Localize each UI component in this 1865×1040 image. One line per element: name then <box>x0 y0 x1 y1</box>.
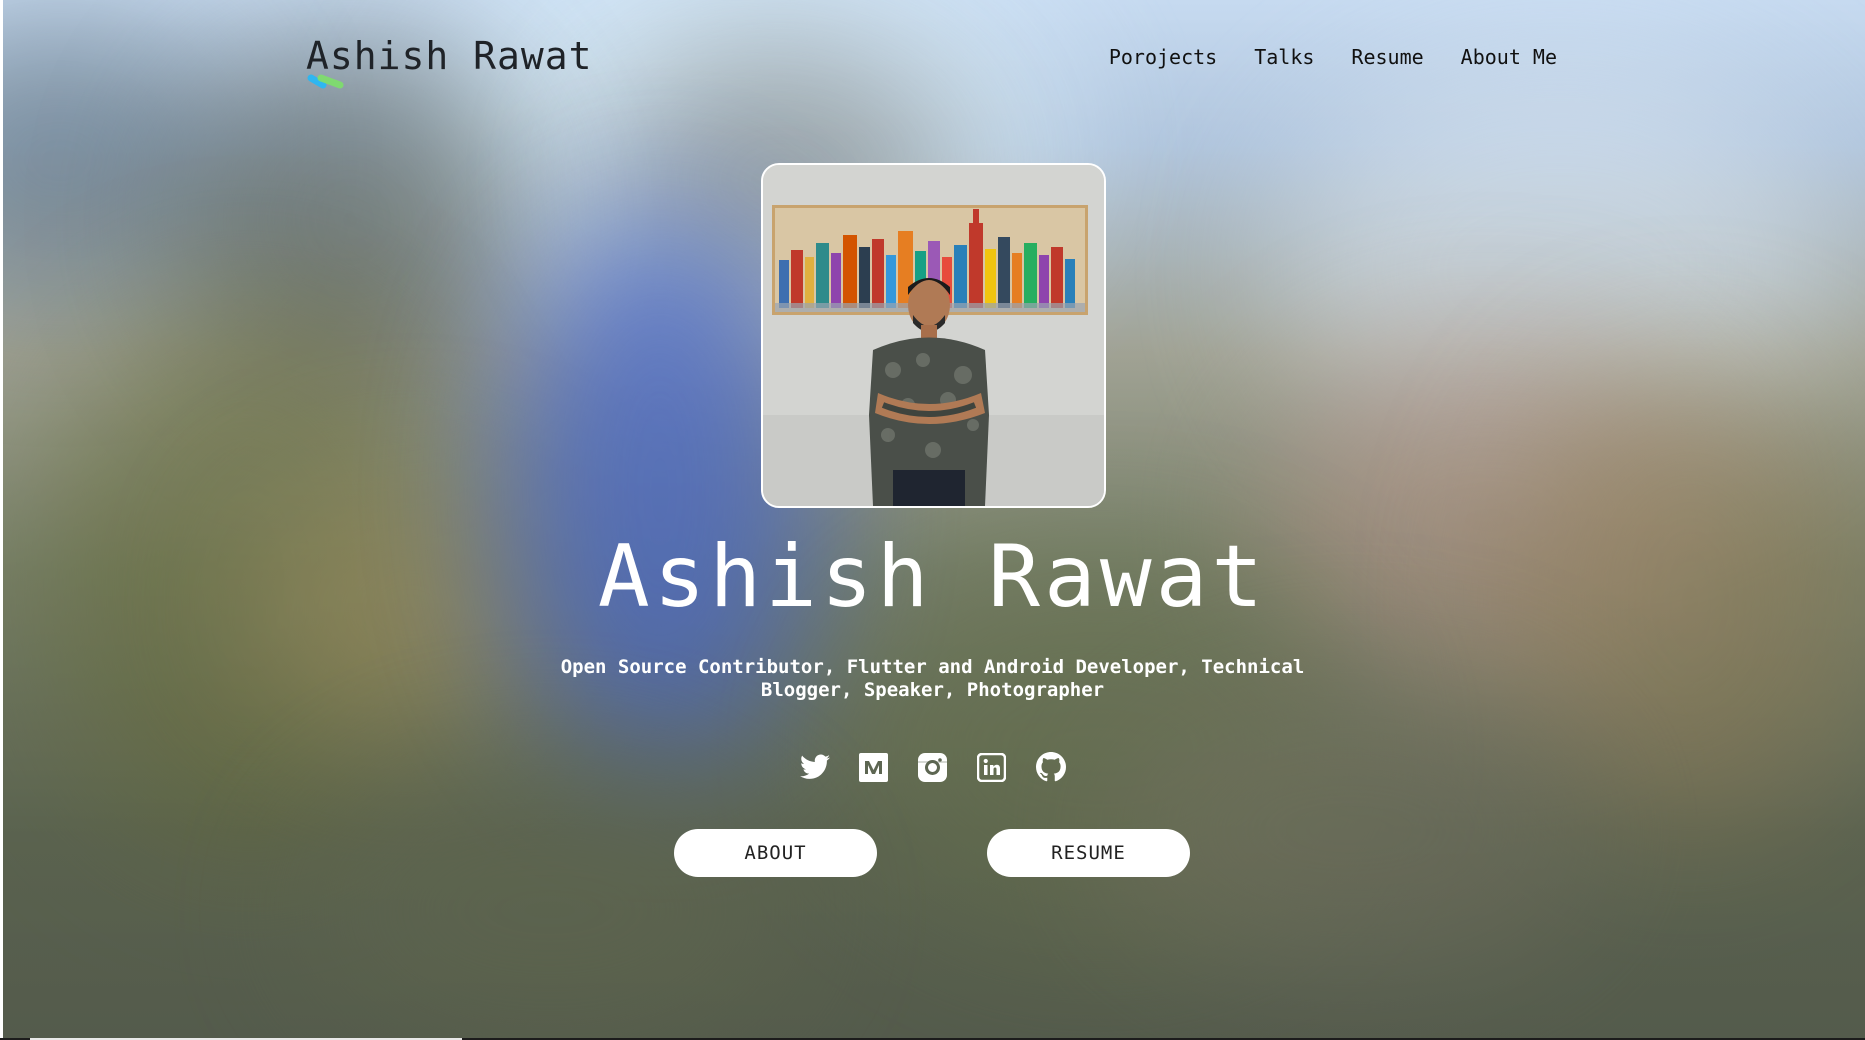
profile-photo <box>761 163 1106 508</box>
nav-projects[interactable]: Porojects <box>1109 45 1217 69</box>
nav-resume[interactable]: Resume <box>1351 45 1423 69</box>
twitter-icon[interactable] <box>799 752 830 782</box>
linkedin-icon[interactable] <box>977 752 1007 782</box>
instagram-icon[interactable] <box>918 752 948 782</box>
resume-button[interactable]: RESUME <box>987 829 1190 877</box>
github-icon[interactable] <box>1035 752 1066 782</box>
brand-logo-text[interactable]: Ashish Rawat <box>306 34 593 78</box>
main-nav: Porojects Talks Resume About Me <box>1109 45 1557 69</box>
about-button[interactable]: ABOUT <box>674 829 877 877</box>
nav-about-me[interactable]: About Me <box>1461 45 1557 69</box>
hero-name: Ashish Rawat <box>597 527 1268 627</box>
page: Ashish Rawat Porojects Talks Resume Abou… <box>0 0 1865 1040</box>
hero-tagline: Open Source Contributor, Flutter and And… <box>560 656 1305 701</box>
nav-talks[interactable]: Talks <box>1254 45 1314 69</box>
social-links <box>0 752 1865 782</box>
left-edge <box>0 0 3 1040</box>
blurred-background-photo <box>0 0 1865 1040</box>
medium-icon[interactable] <box>859 752 889 782</box>
brand-mark-icon <box>307 74 344 89</box>
